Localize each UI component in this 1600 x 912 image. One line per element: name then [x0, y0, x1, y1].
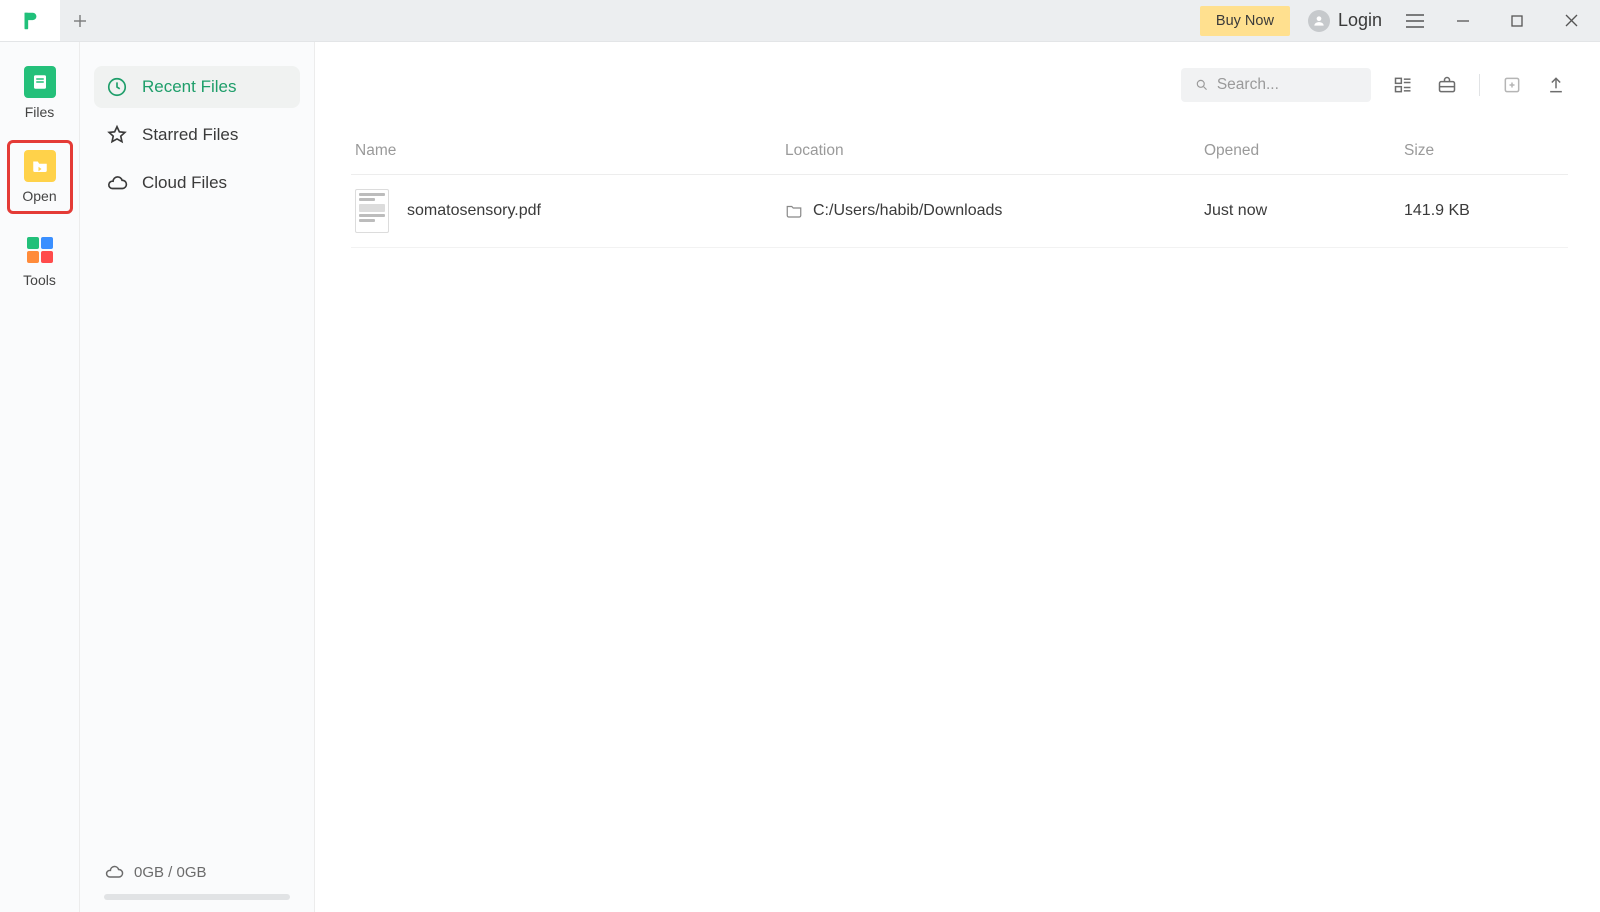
minimize-icon [1456, 14, 1470, 28]
storage-indicator: 0GB / 0GB [94, 856, 300, 888]
window-minimize[interactable] [1442, 0, 1484, 41]
hamburger-icon [1406, 14, 1424, 28]
rail-open-label: Open [22, 188, 56, 204]
clock-icon [106, 76, 128, 98]
titlebar: Buy Now Login [0, 0, 1600, 42]
view-list-button[interactable] [1391, 73, 1415, 97]
rail-item-files[interactable]: Files [9, 58, 71, 128]
maximize-icon [1511, 15, 1523, 27]
window-close[interactable] [1550, 0, 1592, 41]
column-header-name: Name [355, 142, 785, 160]
cloud-icon [106, 172, 128, 194]
file-location: C:/Users/habib/Downloads [813, 202, 1002, 220]
search-input[interactable] [1217, 76, 1357, 94]
add-file-icon [1502, 75, 1522, 95]
sidebar-starred-label: Starred Files [142, 125, 238, 145]
storage-text: 0GB / 0GB [134, 864, 207, 881]
pdf-thumbnail-icon [355, 189, 389, 233]
sidebar-cloud-label: Cloud Files [142, 173, 227, 193]
sidebar: Recent Files Starred Files Cloud Files 0… [80, 42, 315, 912]
login-button[interactable]: Login [1302, 10, 1388, 32]
top-toolbar [351, 68, 1568, 102]
storage-bar [104, 894, 290, 900]
sidebar-item-starred[interactable]: Starred Files [94, 114, 300, 156]
rail-item-open[interactable]: Open [9, 142, 71, 212]
login-label: Login [1338, 10, 1382, 31]
toolbox-button[interactable] [1435, 73, 1459, 97]
rail-tools-label: Tools [23, 272, 56, 288]
sidebar-recent-label: Recent Files [142, 77, 236, 97]
search-icon [1195, 77, 1209, 93]
app-logo-icon [19, 10, 41, 32]
column-header-size: Size [1404, 142, 1564, 160]
file-name: somatosensory.pdf [407, 202, 541, 220]
upload-icon [1546, 75, 1566, 95]
open-folder-icon [24, 150, 56, 182]
menu-button[interactable] [1400, 0, 1430, 41]
new-tab-button[interactable] [60, 0, 100, 41]
buy-now-button[interactable]: Buy Now [1200, 6, 1290, 36]
search-field[interactable] [1181, 68, 1371, 102]
add-file-button[interactable] [1500, 73, 1524, 97]
app-logo-tab[interactable] [0, 0, 60, 41]
sidebar-item-recent[interactable]: Recent Files [94, 66, 300, 108]
table-row[interactable]: somatosensory.pdf C:/Users/habib/Downloa… [351, 175, 1568, 248]
window-maximize[interactable] [1496, 0, 1538, 41]
file-size: 141.9 KB [1404, 202, 1564, 220]
plus-icon [72, 13, 88, 29]
close-icon [1565, 14, 1578, 27]
column-header-location: Location [785, 142, 1204, 160]
list-view-icon [1393, 75, 1413, 95]
table-header: Name Location Opened Size [351, 128, 1568, 175]
files-icon [24, 66, 56, 98]
tools-icon [24, 234, 56, 266]
file-opened: Just now [1204, 202, 1404, 220]
toolbar-separator [1479, 74, 1480, 96]
file-table: Name Location Opened Size somatosensory.… [351, 128, 1568, 248]
upload-button[interactable] [1544, 73, 1568, 97]
rail-files-label: Files [25, 104, 55, 120]
left-rail: Files Open Tools [0, 42, 80, 912]
star-icon [106, 124, 128, 146]
cloud-icon [104, 862, 124, 882]
column-header-opened: Opened [1204, 142, 1404, 160]
folder-icon [785, 202, 803, 220]
sidebar-item-cloud[interactable]: Cloud Files [94, 162, 300, 204]
toolbox-icon [1437, 75, 1457, 95]
rail-item-tools[interactable]: Tools [9, 226, 71, 296]
avatar-icon [1308, 10, 1330, 32]
main-panel: Name Location Opened Size somatosensory.… [315, 42, 1600, 912]
